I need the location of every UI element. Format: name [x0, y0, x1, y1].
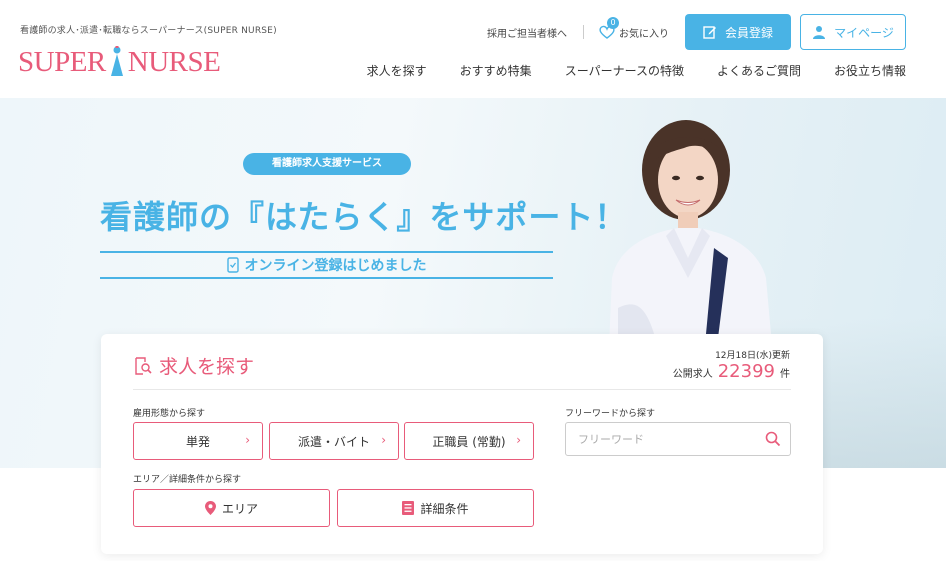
hero-title: 看護師の『はたらく』をサポート！ [100, 198, 628, 236]
nav-item-info[interactable]: お役立ち情報 [834, 62, 906, 79]
job-count: 公開求人 22399 件 [673, 361, 790, 382]
register-button[interactable]: 会員登録 [685, 14, 791, 50]
nurse-photo [608, 120, 774, 368]
main-nav: 求人を探す おすすめ特集 スーパーナースの特徴 よくあるご質問 お役立ち情報 [367, 62, 906, 79]
area-label: エリア／詳細条件から探す [133, 475, 242, 485]
employment-label: 雇用形態から探す [133, 409, 206, 419]
nurse-logo-icon [110, 46, 123, 76]
top-links: 採用ご担当者様へ 0 お気に入り 会員登録 マイページ [487, 14, 946, 50]
nav-item-faq[interactable]: よくあるご質問 [717, 62, 801, 79]
job-count-prefix: 公開求人 [672, 369, 713, 380]
register-button-label: 会員登録 [724, 25, 773, 40]
job-count-suffix: 件 [780, 369, 790, 380]
map-pin-icon [204, 501, 216, 515]
chevron-right-icon: › [516, 433, 521, 447]
edit-icon [703, 26, 716, 39]
hero-divider-top [100, 251, 553, 253]
option-fulltime[interactable]: 正職員 (常勤) › [404, 422, 534, 460]
smartphone-icon [226, 257, 239, 273]
chevron-right-icon: › [381, 433, 386, 447]
detail-conditions-button-label: 詳細条件 [420, 501, 469, 516]
option-fulltime-label: 正職員 (常勤) [432, 434, 506, 449]
logo-text-left: SUPER [18, 45, 106, 78]
nav-item-job-search[interactable]: 求人を探す [367, 62, 427, 79]
panel-title-text: 求人を探す [159, 356, 255, 378]
search-icon[interactable] [764, 430, 782, 452]
site-logo[interactable]: SUPER NURSE [18, 44, 221, 80]
mypage-button[interactable]: マイページ [800, 14, 906, 50]
logo-text-right: NURSE [127, 45, 221, 78]
hero-subtitle-text: オンライン登録はじめました [244, 258, 427, 274]
heart-icon: 0 [598, 17, 619, 40]
site-tagline: 看護師の求人･派遣･転職ならスーパーナース(SUPER NURSE) [20, 26, 277, 36]
nav-item-about[interactable]: スーパーナースの特徴 [565, 62, 684, 79]
freeword-label: フリーワードから探す [565, 409, 656, 419]
job-count-number: 22399 [717, 361, 775, 382]
mypage-button-label: マイページ [834, 25, 894, 40]
chevron-right-icon: › [245, 433, 250, 447]
favorites-label: お気に入り [619, 28, 669, 40]
hero-subtitle: オンライン登録はじめました [100, 255, 553, 275]
job-search-panel: 求人を探す 12月18日(水)更新 公開求人 22399 件 雇用形態から探す … [101, 334, 823, 554]
option-single-shift-label: 単発 [185, 434, 210, 449]
update-date: 12月18日(水)更新 [715, 351, 790, 361]
search-document-icon [135, 356, 152, 375]
favorites-link[interactable]: 0 お気に入り [598, 17, 669, 40]
freeword-search-box [565, 422, 791, 456]
list-document-icon [402, 501, 415, 515]
hero-divider-bottom [100, 277, 553, 279]
area-button-label: エリア [221, 501, 258, 516]
panel-title: 求人を探す [133, 352, 254, 379]
divider [583, 25, 584, 39]
recruiter-link[interactable]: 採用ご担当者様へ [487, 25, 567, 40]
panel-divider [133, 389, 791, 390]
site-header: 看護師の求人･派遣･転職ならスーパーナース(SUPER NURSE) SUPER… [0, 0, 946, 98]
option-single-shift[interactable]: 単発 › [133, 422, 263, 460]
nav-item-features[interactable]: おすすめ特集 [460, 62, 532, 79]
option-dispatch-parttime[interactable]: 派遣・バイト › [269, 422, 399, 460]
service-pill: 看護師求人支援サービス [243, 153, 411, 175]
favorites-count-badge: 0 [607, 17, 619, 29]
user-icon [813, 26, 826, 39]
freeword-input[interactable] [578, 423, 758, 455]
detail-conditions-button[interactable]: 詳細条件 [337, 489, 534, 527]
area-button[interactable]: エリア [133, 489, 330, 527]
option-dispatch-parttime-label: 派遣・バイト [297, 434, 370, 449]
